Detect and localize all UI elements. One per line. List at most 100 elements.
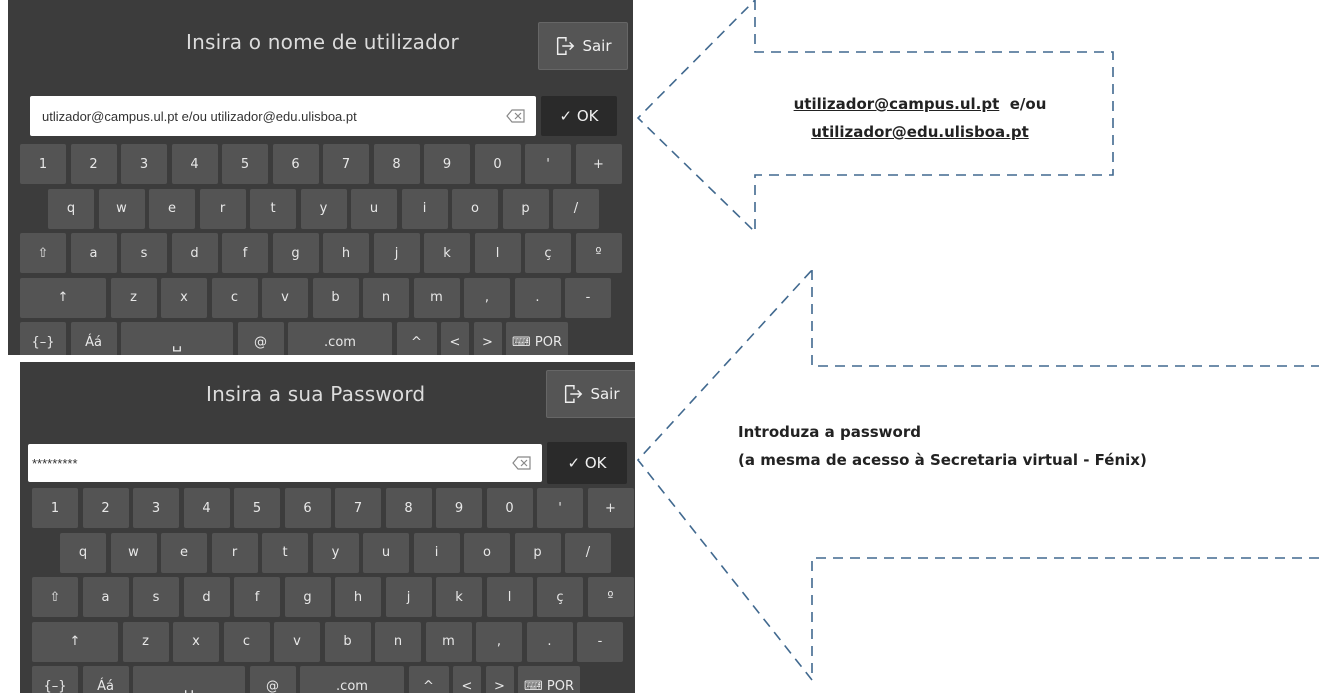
key-0[interactable]: 0 <box>486 488 533 528</box>
key-x[interactable]: x <box>161 277 207 318</box>
space-key[interactable]: ␣ <box>121 322 233 355</box>
key-q[interactable]: q <box>60 532 106 573</box>
key-m[interactable]: m <box>413 277 460 318</box>
key-y[interactable]: y <box>300 188 347 229</box>
key-8[interactable]: 8 <box>373 144 420 184</box>
caret-key[interactable]: ^ <box>408 666 449 693</box>
key-f[interactable]: f <box>234 577 280 617</box>
key-ç[interactable]: ç <box>537 577 583 617</box>
key-y[interactable]: y <box>312 532 359 573</box>
key-t[interactable]: t <box>262 532 308 573</box>
key-j[interactable]: j <box>385 577 432 617</box>
key-1[interactable]: 1 <box>20 144 66 184</box>
key-r[interactable]: r <box>199 188 246 229</box>
key-2[interactable]: 2 <box>82 488 129 528</box>
key-k[interactable]: k <box>424 233 470 273</box>
dotcom-key[interactable]: .com <box>288 322 392 355</box>
key-,[interactable]: , <box>464 277 510 318</box>
key-/[interactable]: / <box>565 532 611 573</box>
key-+[interactable]: + <box>587 488 634 528</box>
username-input[interactable]: utlizador@campus.ul.pt e/ou utilizador@e… <box>30 96 536 136</box>
key-l[interactable]: l <box>486 577 533 617</box>
key-'[interactable]: ' <box>525 144 571 184</box>
key-s[interactable]: s <box>121 233 167 273</box>
key-4[interactable]: 4 <box>171 144 218 184</box>
clear-text-icon[interactable] <box>512 456 532 470</box>
key-7[interactable]: 7 <box>335 488 381 528</box>
key-m[interactable]: m <box>425 621 472 662</box>
password-input[interactable]: ********* <box>28 444 542 482</box>
key-8[interactable]: 8 <box>385 488 432 528</box>
key-g[interactable]: g <box>284 577 331 617</box>
key-n[interactable]: n <box>363 277 409 318</box>
key-v[interactable]: v <box>274 621 320 662</box>
key-1[interactable]: 1 <box>32 488 78 528</box>
key-f[interactable]: f <box>222 233 268 273</box>
caps-lock-key[interactable]: ⇧ <box>32 577 78 617</box>
key-v[interactable]: v <box>262 277 308 318</box>
key-i[interactable]: i <box>401 188 448 229</box>
key-9[interactable]: 9 <box>424 144 470 184</box>
shift-key[interactable]: ↑ <box>20 277 106 318</box>
key-a[interactable]: a <box>70 233 117 273</box>
key-w[interactable]: w <box>110 532 157 573</box>
key-z[interactable]: z <box>110 277 157 318</box>
key--[interactable]: - <box>565 277 611 318</box>
key-º[interactable]: º <box>587 577 634 617</box>
key-5[interactable]: 5 <box>222 144 268 184</box>
key-r[interactable]: r <box>211 532 258 573</box>
key-h[interactable]: h <box>335 577 381 617</box>
key-i[interactable]: i <box>413 532 460 573</box>
key-d[interactable]: d <box>171 233 218 273</box>
key-9[interactable]: 9 <box>436 488 482 528</box>
key-/[interactable]: / <box>553 188 599 229</box>
accents-key[interactable]: Áá <box>70 322 117 355</box>
cursor-right-key[interactable]: > <box>473 322 502 355</box>
accents-key[interactable]: Áá <box>82 666 129 693</box>
key-º[interactable]: º <box>575 233 622 273</box>
key-,[interactable]: , <box>476 621 522 662</box>
key-.[interactable]: . <box>526 621 573 662</box>
key-'[interactable]: ' <box>537 488 583 528</box>
language-key[interactable]: ⌨ POR <box>518 666 580 693</box>
clear-text-icon[interactable] <box>506 109 526 123</box>
key-x[interactable]: x <box>173 621 219 662</box>
key-d[interactable]: d <box>183 577 230 617</box>
key-+[interactable]: + <box>575 144 622 184</box>
key-u[interactable]: u <box>363 532 409 573</box>
cursor-left-key[interactable]: < <box>453 666 481 693</box>
key-t[interactable]: t <box>250 188 296 229</box>
key-4[interactable]: 4 <box>183 488 230 528</box>
key-n[interactable]: n <box>375 621 421 662</box>
key-o[interactable]: o <box>452 188 498 229</box>
symbols-key[interactable]: {–} <box>32 666 78 693</box>
key-q[interactable]: q <box>48 188 94 229</box>
key-.[interactable]: . <box>514 277 561 318</box>
shift-key[interactable]: ↑ <box>32 621 118 662</box>
at-key[interactable]: @ <box>249 666 296 693</box>
space-key[interactable]: ␣ <box>133 666 245 693</box>
key-h[interactable]: h <box>323 233 369 273</box>
key-o[interactable]: o <box>464 532 510 573</box>
key-l[interactable]: l <box>474 233 521 273</box>
exit-button[interactable]: Sair <box>538 22 628 70</box>
key-s[interactable]: s <box>133 577 179 617</box>
key-b[interactable]: b <box>312 277 359 318</box>
key-e[interactable]: e <box>149 188 195 229</box>
key-3[interactable]: 3 <box>121 144 167 184</box>
key-7[interactable]: 7 <box>323 144 369 184</box>
caps-lock-key[interactable]: ⇧ <box>20 233 66 273</box>
ok-button[interactable]: ✓ OK <box>541 96 617 136</box>
at-key[interactable]: @ <box>237 322 284 355</box>
cursor-left-key[interactable]: < <box>441 322 469 355</box>
key-6[interactable]: 6 <box>284 488 331 528</box>
key-3[interactable]: 3 <box>133 488 179 528</box>
key-c[interactable]: c <box>211 277 258 318</box>
cursor-right-key[interactable]: > <box>485 666 514 693</box>
key-k[interactable]: k <box>436 577 482 617</box>
key-u[interactable]: u <box>351 188 397 229</box>
caret-key[interactable]: ^ <box>396 322 437 355</box>
key-e[interactable]: e <box>161 532 207 573</box>
exit-button[interactable]: Sair <box>546 370 635 418</box>
key-5[interactable]: 5 <box>234 488 280 528</box>
